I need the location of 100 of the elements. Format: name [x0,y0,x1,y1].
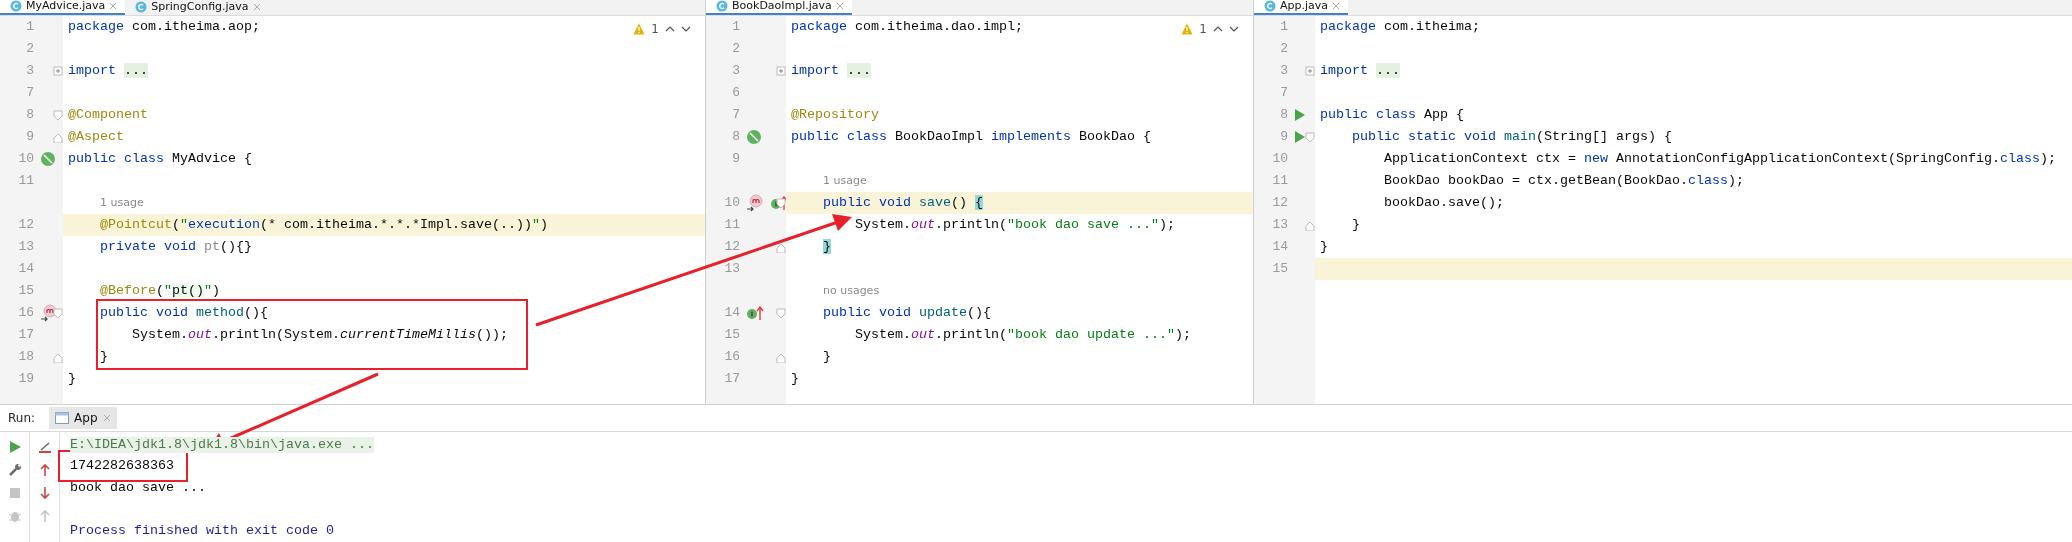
fold-icon[interactable] [776,241,786,253]
code-line: import ... [790,62,871,80]
line-number: 1 [732,19,740,35]
code-line: } [790,370,799,388]
line-number: 8 [732,129,740,145]
line-number: 15 [1272,261,1288,277]
file-tab[interactable]: SpringConfig.java [125,0,269,15]
panel-label: Run: [8,410,36,427]
warning-icon [633,23,646,35]
run-icon[interactable] [1294,130,1306,144]
line-number: 18 [18,349,34,365]
line-number: 12 [18,217,34,233]
line-number: 8 [1280,107,1288,123]
fold-icon[interactable] [53,65,63,77]
fold-icon[interactable] [1305,219,1315,231]
usage-hint: 1 usage [100,194,144,211]
fold-icon[interactable] [53,307,63,319]
line-number: 13 [18,239,34,255]
code-line: BookDao bookDao = ctx.getBean(BookDao.class); [1383,172,1744,190]
fold-icon[interactable] [776,65,786,77]
code-line: private void pt(){} [99,238,252,256]
line-number: 10 [1272,151,1288,167]
line-number: 10 [18,151,34,167]
run-icon[interactable] [7,440,22,454]
line-number: 1 [26,19,34,35]
close-icon[interactable] [109,2,118,10]
code-line: import ... [67,62,148,80]
line-number: 8 [26,107,34,123]
fold-icon[interactable] [776,197,786,209]
wrench-icon[interactable] [7,463,22,477]
line-number: 2 [732,41,740,57]
close-icon[interactable] [102,414,111,422]
line-number: 2 [26,41,34,57]
code-line: @Repository [790,106,879,124]
line-number: 7 [1280,85,1288,101]
fold-icon[interactable] [776,307,786,319]
warning-count: 1 [651,21,659,38]
code-line: public class BookDaoImpl implements BookDao { [790,128,1151,146]
fold-icon[interactable] [53,351,63,363]
line-number: 17 [18,327,34,343]
file-tab[interactable]: App.java [1254,0,1349,15]
code-line: System.out.println("book dao save ..."); [854,216,1175,234]
run-tab[interactable]: App [49,407,117,429]
class-icon [716,0,728,12]
console-line: book dao save ... [70,479,206,496]
line-number: 11 [724,217,740,233]
code-line: public class MyAdvice { [67,150,252,168]
line-number: 2 [1280,41,1288,57]
fold-icon[interactable] [1305,65,1315,77]
class-icon [135,1,148,13]
usage-hint: no usages [823,282,880,299]
chevron-down-icon[interactable] [1229,25,1239,33]
line-number: 12 [1272,195,1288,211]
close-icon[interactable] [252,3,261,11]
line-number: 13 [724,261,740,277]
fold-icon[interactable] [53,131,63,143]
down-arrow-icon[interactable] [37,486,52,500]
line-number: 9 [732,151,740,167]
code-line: public void save() { [822,194,983,212]
close-icon[interactable] [835,2,844,10]
fold-icon[interactable] [1305,131,1315,143]
code-line: } [99,348,108,366]
close-icon[interactable] [1332,2,1341,10]
code-line: public void update(){ [822,304,991,322]
line-number: 19 [18,371,34,387]
code-line: ApplicationContext ctx = new AnnotationConfigApplicationContext(SpringConfig.class); [1383,150,2056,168]
implements-icon [746,305,764,321]
chevron-up-icon[interactable] [665,25,675,33]
code-line: import ... [1319,62,1400,80]
line-number: 14 [18,261,34,277]
code-line: @Aspect [67,128,124,146]
warning-count: 1 [1199,21,1207,38]
code-line: package com.itheima.aop; [67,18,260,36]
fold-icon[interactable] [53,109,63,121]
code-line: bookDao.save(); [1383,194,1504,212]
class-icon [10,0,22,12]
fold-icon[interactable] [776,351,786,363]
code-line: } [1319,238,1328,256]
usage-hint: 1 usage [823,172,867,189]
line-number: 14 [1272,239,1288,255]
run-icon[interactable] [1294,108,1306,122]
code-line: @Before("pt()") [99,282,220,300]
code-line: } [822,348,831,366]
line-number: 3 [732,63,740,79]
line-number: 10 [724,195,740,211]
code-line: public static void main(String[] args) { [1351,128,1672,146]
code-line: package com.itheima; [1319,18,1480,36]
chevron-up-icon[interactable] [1213,25,1223,33]
line-number: 7 [732,107,740,123]
line-number: 17 [724,371,740,387]
line-number: 14 [724,305,740,321]
code-line: System.out.println(System.currentTimeMillis()); [131,326,508,344]
file-tab[interactable]: MyAdvice.java [0,0,126,15]
line-number: 11 [18,173,34,189]
code-line: } [67,370,76,388]
line-number: 7 [26,85,34,101]
clear-icon[interactable] [37,440,52,454]
file-tab[interactable]: BookDaoImpl.java [706,0,852,15]
chevron-down-icon[interactable] [681,25,691,33]
code-line: public void method(){ [99,304,268,322]
